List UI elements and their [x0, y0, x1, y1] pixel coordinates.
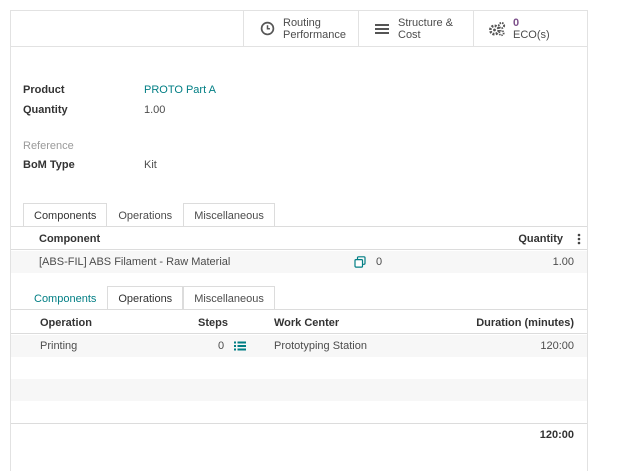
- operation-name[interactable]: Printing: [40, 335, 77, 357]
- product-value-link[interactable]: PROTO Part A: [144, 84, 216, 96]
- bottom-notebook-tabs: Components Operations Miscellaneous: [23, 286, 275, 310]
- quantity-column-header[interactable]: Quantity: [518, 228, 563, 250]
- structure-cost-button[interactable]: Structure & Cost: [358, 11, 473, 46]
- component-name[interactable]: [ABS-FIL] ABS Filament - Raw Material: [39, 251, 230, 273]
- operations-table-footer: 120:00: [11, 423, 587, 445]
- tab-operations-2[interactable]: Operations: [107, 286, 184, 310]
- reference-label: Reference: [23, 140, 74, 152]
- available-quantity: 0: [376, 256, 383, 268]
- eco-label: 0 ECO(s): [513, 17, 550, 41]
- clock-icon: [258, 20, 276, 38]
- duration-column-header[interactable]: Duration (minutes): [476, 312, 574, 334]
- optional-columns-icon[interactable]: [577, 228, 583, 253]
- top-notebook-tabs: Components Operations Miscellaneous: [23, 203, 275, 227]
- tab-components-2[interactable]: Components: [23, 286, 107, 310]
- gears-icon: [488, 20, 506, 38]
- routing-line1: Routing: [283, 16, 321, 29]
- component-quantity[interactable]: 1.00: [553, 251, 574, 273]
- operation-duration[interactable]: 120:00: [540, 335, 574, 357]
- bom-form-sheet: Routing Performance Structure & Cost 0 E…: [10, 10, 588, 471]
- steps-count: 0: [218, 340, 225, 352]
- structure-cost-label: Structure & Cost: [398, 17, 453, 41]
- top-tab-divider: [11, 226, 587, 227]
- routing-line2: Performance: [283, 28, 346, 41]
- forecast-availability-icon[interactable]: [354, 251, 366, 276]
- bottom-tab-divider: [11, 309, 587, 310]
- work-center-name[interactable]: Prototyping Station: [274, 335, 367, 357]
- quantity-value: 1.00: [144, 104, 166, 116]
- operation-column-header[interactable]: Operation: [40, 312, 92, 334]
- tab-miscellaneous-2[interactable]: Miscellaneous: [183, 286, 275, 310]
- structure-line2: Cost: [398, 28, 421, 41]
- routing-performance-button[interactable]: Routing Performance: [243, 11, 358, 46]
- steps-list-icon[interactable]: [234, 335, 246, 359]
- steps-column-header[interactable]: Steps: [198, 312, 228, 334]
- tab-miscellaneous[interactable]: Miscellaneous: [183, 203, 275, 227]
- operations-table-header: Operation Steps Work Center Duration (mi…: [11, 312, 587, 334]
- quantity-label: Quantity: [23, 104, 68, 116]
- eco-button[interactable]: 0 ECO(s): [473, 11, 588, 46]
- tab-components[interactable]: Components: [23, 203, 108, 227]
- smart-button-bar: Routing Performance Structure & Cost 0 E…: [11, 11, 587, 47]
- table-row[interactable]: Printing 0 Prototyping Station 120:00: [11, 335, 587, 357]
- product-label: Product: [23, 84, 65, 96]
- table-row[interactable]: [ABS-FIL] ABS Filament - Raw Material 0 …: [11, 251, 587, 273]
- components-table-header: Component Quantity: [11, 228, 587, 250]
- component-column-header[interactable]: Component: [39, 228, 100, 250]
- total-duration: 120:00: [539, 429, 574, 441]
- structure-line1: Structure &: [398, 16, 454, 29]
- tab-operations[interactable]: Operations: [107, 203, 183, 227]
- work-center-column-header[interactable]: Work Center: [274, 312, 339, 334]
- bom-type-label: BoM Type: [23, 159, 75, 171]
- routing-performance-label: Routing Performance: [283, 17, 346, 41]
- bom-type-value: Kit: [144, 159, 157, 171]
- eco-count: 0: [513, 16, 520, 29]
- empty-row: [11, 401, 587, 423]
- eco-text: ECO(s): [513, 28, 550, 41]
- list-bars-icon: [373, 20, 391, 38]
- empty-row: [11, 357, 587, 379]
- empty-row: [11, 379, 587, 401]
